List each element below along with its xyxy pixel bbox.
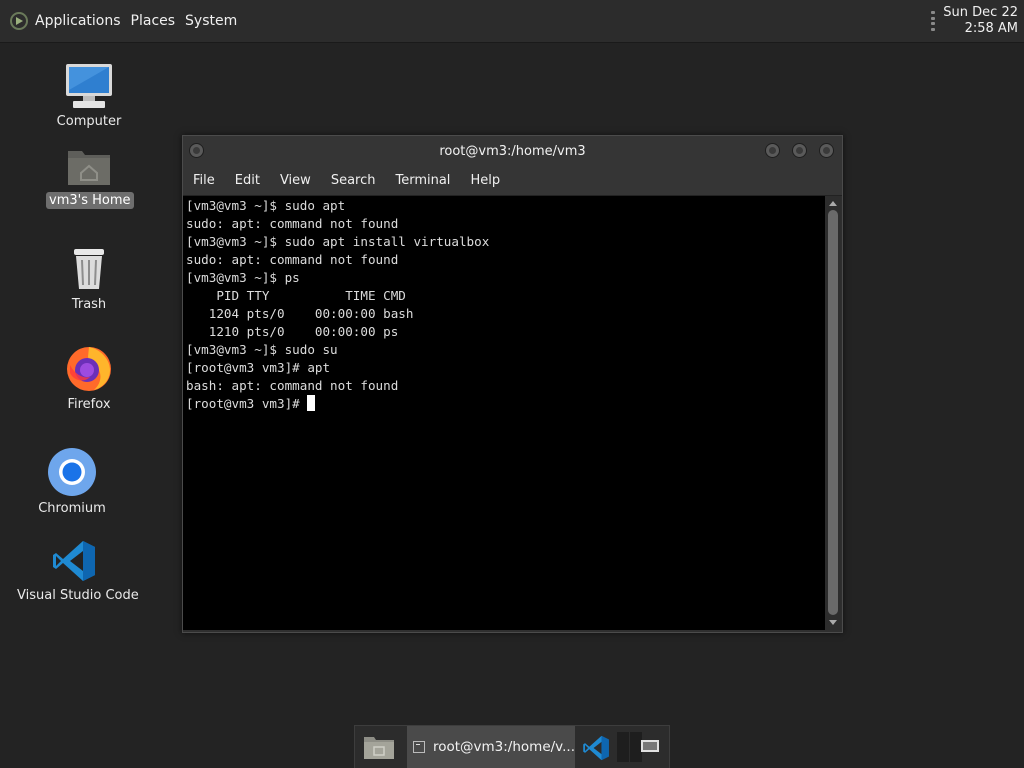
clock-time: 2:58 AM [964, 21, 1018, 36]
terminal-line: bash: apt: command not found [186, 378, 399, 393]
terminal-line: [vm3@vm3 ~]$ sudo apt [186, 198, 346, 213]
menu-search[interactable]: Search [321, 167, 386, 195]
terminal-line: [vm3@vm3 ~]$ sudo apt install virtualbox [186, 234, 490, 249]
terminal-scrollbar[interactable] [825, 196, 841, 630]
top-panel: Applications Places System Sun Dec 22 2:… [0, 0, 1024, 43]
scroll-down-arrow-icon[interactable] [829, 620, 837, 625]
workspace-switcher-icon[interactable] [641, 740, 659, 752]
desktop-icon-label: Computer [56, 114, 122, 129]
terminal-line: sudo: apt: command not found [186, 252, 399, 267]
computer-icon [66, 64, 112, 108]
desktop-icon-firefox[interactable]: Firefox [56, 343, 122, 413]
vscode-icon [53, 541, 95, 581]
desktop-icon-chromium[interactable]: Chromium [32, 447, 112, 517]
terminal-menubar: File Edit View Search Terminal Help [183, 167, 842, 196]
scroll-up-arrow-icon[interactable] [829, 201, 837, 206]
firefox-icon [67, 347, 111, 391]
close-button[interactable] [819, 143, 834, 158]
desktop-icon-label: vm3's Home [46, 192, 134, 209]
terminal-line: sudo: apt: command not found [186, 216, 399, 231]
applications-menu[interactable]: Applications [35, 13, 121, 29]
taskbar-terminal-task[interactable]: root@vm3:/home/v... [407, 726, 575, 768]
window-titlebar[interactable]: root@vm3:/home/vm3 [183, 136, 842, 167]
menu-help[interactable]: Help [460, 167, 510, 195]
chromium-icon [48, 448, 96, 496]
clock[interactable]: Sun Dec 22 2:58 AM [943, 5, 1018, 37]
terminal-line: 1210 pts/0 00:00:00 ps [186, 324, 399, 339]
terminal-output[interactable]: [vm3@vm3 ~]$ sudo apt sudo: apt: command… [183, 196, 825, 630]
maximize-button[interactable] [792, 143, 807, 158]
terminal-line: 1204 pts/0 00:00:00 bash [186, 306, 414, 321]
places-menu[interactable]: Places [131, 13, 176, 29]
bottom-taskbar: root@vm3:/home/v... [354, 725, 670, 768]
terminal-line: PID TTY TIME CMD [186, 288, 406, 303]
window-menu-button[interactable] [189, 143, 204, 158]
menu-terminal[interactable]: Terminal [385, 167, 460, 195]
menu-view[interactable]: View [270, 167, 321, 195]
terminal-prompt: [root@vm3 vm3]# [186, 396, 308, 411]
gnome-foot-icon[interactable] [9, 11, 29, 31]
terminal-line: [vm3@vm3 ~]$ sudo su [186, 342, 338, 357]
trash-icon [74, 249, 104, 289]
workspace-slot[interactable] [617, 732, 629, 762]
desktop-icon-label: Visual Studio Code [17, 588, 139, 603]
terminal-line: [vm3@vm3 ~]$ ps [186, 270, 300, 285]
files-icon[interactable] [363, 734, 395, 760]
terminal-window[interactable]: root@vm3:/home/vm3 File Edit View Search… [182, 135, 843, 633]
minimize-button[interactable] [765, 143, 780, 158]
desktop-icon-label: Chromium [38, 501, 106, 516]
terminal-prompt-line: [root@vm3 vm3]# [186, 395, 825, 413]
terminal-cursor [307, 395, 316, 411]
terminal-line: [root@vm3 vm3]# apt [186, 360, 331, 375]
desktop-icon-label: Firefox [67, 397, 111, 412]
desktop-icon-home[interactable]: vm3's Home [46, 145, 134, 209]
desktop-icon-trash[interactable]: Trash [56, 245, 122, 313]
scrollbar-thumb[interactable] [828, 210, 838, 615]
terminal-icon [413, 741, 425, 753]
home-folder-icon [68, 151, 110, 185]
vscode-icon[interactable] [581, 734, 611, 762]
taskbar-terminal-label: root@vm3:/home/v... [432, 739, 575, 755]
desktop-icon-computer[interactable]: Computer [50, 62, 128, 130]
desktop-icon-label: Trash [71, 297, 107, 312]
clock-date: Sun Dec 22 [943, 5, 1018, 20]
desktop-icon-vscode[interactable]: Visual Studio Code [14, 538, 139, 604]
menu-edit[interactable]: Edit [225, 167, 270, 195]
window-title: root@vm3:/home/vm3 [439, 144, 586, 159]
system-menu[interactable]: System [185, 13, 237, 29]
panel-grip-icon[interactable] [931, 11, 936, 31]
menu-file[interactable]: File [183, 167, 225, 195]
